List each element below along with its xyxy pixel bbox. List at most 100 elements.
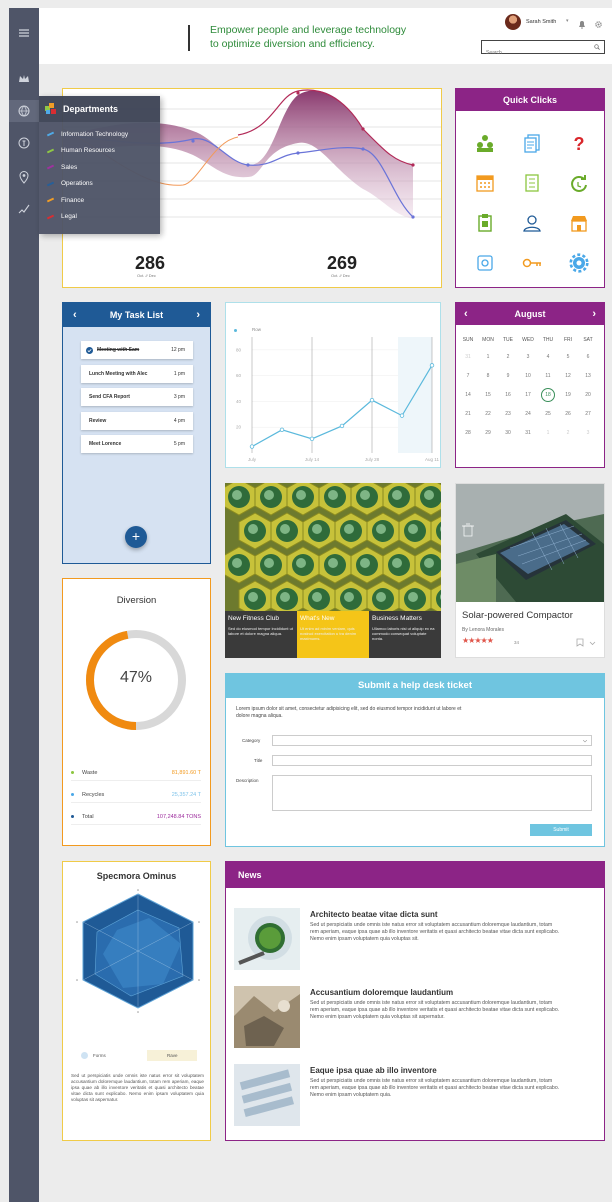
news-item-title[interactable]: Accusantium doloremque laudantium	[310, 988, 453, 997]
calendar-day[interactable]: 29	[478, 423, 498, 442]
calendar-day[interactable]: 13	[578, 366, 598, 385]
square-icon[interactable]	[475, 253, 495, 273]
calendar-day[interactable]: 3	[518, 347, 538, 366]
calendar-day[interactable]: 21	[458, 404, 478, 423]
title-input[interactable]	[272, 755, 592, 766]
stat-1-label: Oct. // Dec	[137, 273, 156, 278]
check-circle-icon[interactable]	[86, 346, 93, 354]
calendar-day[interactable]: 17	[518, 385, 538, 404]
bottle-highlight	[408, 592, 418, 602]
calendar-prev-chevron-icon[interactable]: ‹	[464, 308, 468, 320]
feature-tile[interactable]: What's New Ut enim ad minim veniam, quis …	[297, 611, 369, 658]
bottle-highlight	[248, 592, 258, 602]
search-icon[interactable]	[594, 44, 600, 50]
bell-icon[interactable]	[578, 16, 586, 29]
task-item[interactable]: Meeting with Sam 12 pm	[81, 341, 193, 359]
people-icon[interactable]	[475, 133, 495, 153]
department-item[interactable]: Human Resources	[46, 145, 157, 157]
clipboard-icon[interactable]	[475, 213, 495, 233]
calendar-day[interactable]: 6	[578, 347, 598, 366]
task-item[interactable]: Lunch Meeting with Alec 1 pm	[81, 364, 193, 383]
calendar-day[interactable]: 12	[558, 366, 578, 385]
departments-icon[interactable]	[9, 100, 39, 122]
diversion-value: 25,357.24 T	[171, 791, 201, 798]
calendar-day[interactable]: 19	[558, 385, 578, 404]
task-next-chevron-icon[interactable]: ›	[196, 309, 200, 321]
help-icon[interactable]: ?	[569, 133, 589, 153]
location-icon[interactable]	[9, 166, 39, 188]
category-select[interactable]	[272, 735, 592, 746]
department-item[interactable]: Operations	[46, 178, 157, 190]
calendar-day[interactable]: 14	[458, 385, 478, 404]
user-name[interactable]: Sarah Smith	[526, 19, 556, 25]
calendar-day[interactable]: 10	[518, 366, 538, 385]
stat-2-value: 269	[327, 253, 358, 273]
user-icon[interactable]	[522, 213, 542, 233]
calendar-day[interactable]: 9	[498, 366, 518, 385]
document-icon[interactable]	[522, 133, 542, 153]
menu-icon[interactable]	[9, 22, 39, 44]
news-item[interactable]: Accusantium doloremque laudantium Sed ut …	[234, 986, 602, 1056]
feature-tile[interactable]: New Fitness Club Sed do eiusmod tempor in…	[225, 611, 297, 658]
calendar-day[interactable]: 25	[538, 404, 558, 423]
calendar-day[interactable]: 11	[538, 366, 558, 385]
calendar-day[interactable]: 2	[558, 423, 578, 442]
calendar-day[interactable]: 31	[458, 347, 478, 366]
calendar-day[interactable]: 16	[498, 385, 518, 404]
department-item[interactable]: Legal	[46, 211, 157, 223]
calendar-day[interactable]: 3	[578, 423, 598, 442]
calendar-day[interactable]: 20	[578, 385, 598, 404]
task-item[interactable]: Send CFA Report 3 pm	[81, 388, 193, 406]
analytics-icon[interactable]	[9, 198, 39, 220]
department-item[interactable]: Sales	[46, 161, 157, 173]
task-prev-chevron-icon[interactable]: ‹	[73, 309, 77, 321]
calendar-day[interactable]: 28	[458, 423, 478, 442]
task-label: Send CFA Report	[89, 394, 130, 400]
news-item[interactable]: Eaque ipsa quae ab illo inventore Sed ut …	[234, 1064, 602, 1134]
search-box[interactable]	[481, 40, 605, 59]
calendar-day[interactable]: 22	[478, 404, 498, 423]
news-item[interactable]: Architecto beatae vitae dicta sunt Sed ut…	[234, 908, 602, 978]
settings-icon[interactable]	[594, 16, 603, 28]
task-item[interactable]: Meet Lorence 5 pm	[81, 435, 193, 453]
bookmark-icon[interactable]	[576, 638, 584, 647]
add-task-button[interactable]: +	[125, 526, 147, 548]
calendar-day[interactable]: 18	[538, 385, 558, 404]
calendar-day[interactable]: 1	[538, 423, 558, 442]
diversion-label: Total	[82, 813, 94, 820]
user-menu-chevron-icon[interactable]: ▾	[566, 18, 569, 24]
chevron-down-icon[interactable]	[589, 641, 596, 646]
search-input[interactable]	[482, 47, 582, 59]
refresh-icon[interactable]	[569, 173, 589, 193]
department-item[interactable]: Information Technology	[46, 128, 157, 140]
calendar-day[interactable]: 15	[478, 385, 498, 404]
calendar-day[interactable]: 31	[518, 423, 538, 442]
calendar-day[interactable]: 7	[458, 366, 478, 385]
info-icon[interactable]	[9, 132, 39, 154]
news-item-title[interactable]: Eaque ipsa quae ab illo inventore	[310, 1066, 437, 1075]
department-item[interactable]: Finance	[46, 194, 157, 206]
description-textarea[interactable]	[272, 775, 592, 811]
store-icon[interactable]	[569, 213, 589, 233]
calendar-day[interactable]: 5	[558, 347, 578, 366]
calendar-day[interactable]: 24	[518, 404, 538, 423]
submit-button[interactable]: Submit	[530, 824, 592, 836]
crown-icon[interactable]	[9, 68, 39, 90]
calendar-day[interactable]: 27	[578, 404, 598, 423]
checklist-icon[interactable]	[522, 173, 542, 193]
calendar-next-chevron-icon[interactable]: ›	[592, 308, 596, 320]
feature-tile[interactable]: Business Matters Ullamco laboris nisi ut …	[369, 611, 441, 658]
avatar[interactable]	[505, 14, 521, 30]
calendar-day[interactable]: 26	[558, 404, 578, 423]
task-item[interactable]: Review 4 pm	[81, 411, 193, 430]
news-item-title[interactable]: Architecto beatae vitae dicta sunt	[310, 910, 438, 919]
calendar-day[interactable]: 2	[498, 347, 518, 366]
calendar-day[interactable]: 8	[478, 366, 498, 385]
calendar-icon[interactable]	[475, 173, 495, 193]
calendar-day[interactable]: 1	[478, 347, 498, 366]
calendar-day[interactable]: 23	[498, 404, 518, 423]
calendar-day[interactable]: 30	[498, 423, 518, 442]
gear-icon[interactable]	[569, 253, 589, 273]
key-icon[interactable]	[522, 253, 542, 273]
calendar-day[interactable]: 4	[538, 347, 558, 366]
